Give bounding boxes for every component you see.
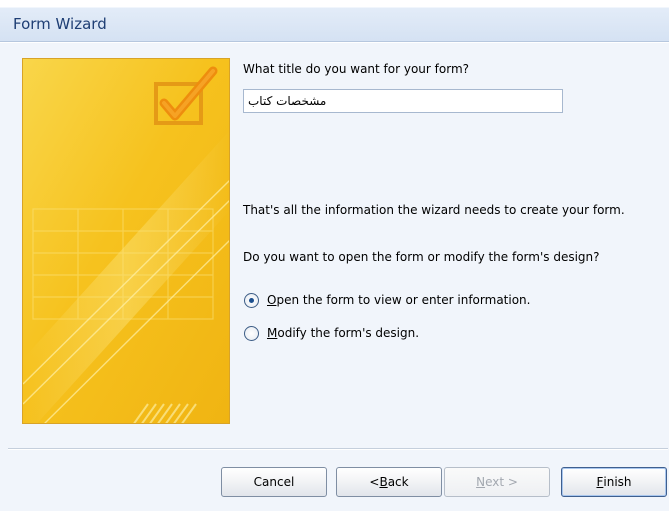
footer-separator — [8, 448, 668, 450]
checkmark-box-icon — [23, 59, 229, 423]
back-button[interactable]: < Back — [336, 467, 442, 497]
modify-design-radio[interactable] — [244, 325, 259, 341]
title-question-label: What title do you want for your form? — [243, 62, 470, 76]
modify-design-option[interactable]: Modify the form's design. — [244, 323, 419, 343]
info-text: That's all the information the wizard ne… — [243, 203, 625, 217]
next-button[interactable]: Next > — [444, 467, 550, 497]
open-or-modify-question: Do you want to open the form or modify t… — [243, 250, 600, 264]
open-form-radio[interactable] — [244, 292, 259, 308]
window-title: Form Wizard — [13, 15, 107, 33]
open-form-option[interactable]: Open the form to view or enter informati… — [244, 290, 530, 310]
modify-design-label: Modify the form's design. — [267, 326, 420, 340]
title-bar[interactable]: Form Wizard — [0, 0, 669, 42]
form-title-input[interactable] — [243, 89, 563, 113]
wizard-art-panel — [22, 58, 230, 424]
finish-button[interactable]: Finish — [561, 467, 667, 497]
form-wizard-window: Form Wizard What title do you want for y… — [0, 0, 669, 511]
cancel-button[interactable]: Cancel — [221, 467, 327, 497]
open-form-label: Open the form to view or enter informati… — [267, 293, 531, 307]
